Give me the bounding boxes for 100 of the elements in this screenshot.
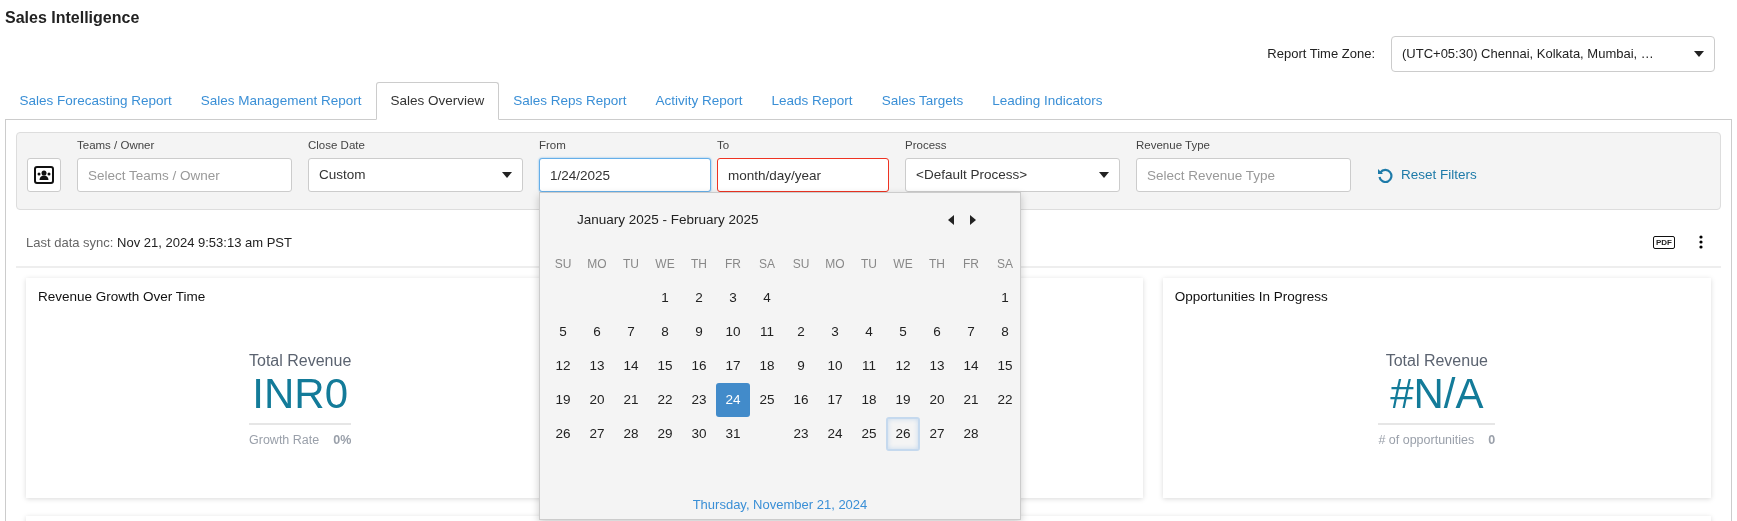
calendar-day[interactable]: 5 <box>886 315 920 350</box>
weekday-label: SA <box>758 256 776 274</box>
calendar-day[interactable]: 16 <box>784 383 818 418</box>
calendar-day[interactable]: 18 <box>852 383 886 418</box>
calendar-day[interactable]: 26 <box>546 417 580 452</box>
calendar-day[interactable]: 18 <box>750 349 784 384</box>
calendar-day[interactable]: 28 <box>614 417 648 452</box>
filter-input[interactable]: Select Revenue Type <box>1136 158 1351 193</box>
calendar-day[interactable]: 10 <box>716 315 750 350</box>
calendar-day[interactable]: 6 <box>920 315 954 350</box>
calendar-day[interactable]: 1 <box>648 281 682 316</box>
calendar-day[interactable]: 15 <box>648 349 682 384</box>
filter-input[interactable]: Select Teams / Owner <box>77 158 292 193</box>
card-title: Opportunities In Progress <box>1173 288 1329 307</box>
calendar-day[interactable]: 24 <box>716 383 750 418</box>
date-input[interactable]: month/day/year <box>717 158 889 193</box>
calendar-day[interactable]: 21 <box>614 383 648 418</box>
metric-footer-label: Growth Rate <box>249 432 320 449</box>
calendar-day[interactable]: 6 <box>580 315 614 350</box>
calendar-day[interactable]: 8 <box>648 315 682 350</box>
calendar-month-range: January 2025 - February 2025 <box>577 211 759 230</box>
filter-select[interactable]: <Default Process> <box>905 158 1120 193</box>
report-tab[interactable]: Activity Report <box>641 82 758 121</box>
metric-value: INR0 <box>249 373 352 425</box>
weekday-label: FR <box>724 256 742 274</box>
calendar-day[interactable]: 4 <box>750 281 784 316</box>
report-tab[interactable]: Sales Reps Report <box>498 82 642 121</box>
weekday-label: SU <box>553 256 573 274</box>
calendar-day[interactable]: 3 <box>818 315 852 350</box>
reset-filters-link[interactable]: Reset Filters <box>1377 158 1477 193</box>
last-sync-text: Last data sync: Nov 21, 2024 9:53:13 am PST <box>26 233 292 252</box>
calendar-day[interactable]: 2 <box>682 281 716 316</box>
calendar-day[interactable]: 11 <box>750 315 784 350</box>
calendar-day[interactable]: 1 <box>988 281 1022 316</box>
metric-value: #N/A <box>1378 373 1496 425</box>
calendar-day[interactable]: 23 <box>682 383 716 418</box>
calendar-day[interactable]: 27 <box>580 417 614 452</box>
calendar-day[interactable]: 23 <box>784 417 818 452</box>
calendar-day[interactable]: 22 <box>648 383 682 418</box>
date-input[interactable]: 1/24/2025 <box>539 158 711 193</box>
weekday-label: SU <box>791 256 811 274</box>
pdf-export-icon[interactable]: PDF <box>1653 235 1675 249</box>
calendar-day[interactable]: 12 <box>546 349 580 384</box>
calendar-day[interactable]: 29 <box>648 417 682 452</box>
report-tab[interactable]: Leads Report <box>757 82 868 121</box>
filter-select[interactable]: Custom <box>308 158 523 193</box>
calendar-day[interactable]: 7 <box>614 315 648 350</box>
calendar-day[interactable]: 27 <box>920 417 954 452</box>
calendar-day[interactable]: 3 <box>716 281 750 316</box>
calendar-day[interactable]: 14 <box>614 349 648 384</box>
calendar-day[interactable]: 13 <box>920 349 954 384</box>
calendar-day[interactable]: 31 <box>716 417 750 452</box>
calendar-day[interactable]: 21 <box>954 383 988 418</box>
metric-footer-label: # of opportunities <box>1378 432 1475 449</box>
calendar-day[interactable]: 25 <box>750 383 784 418</box>
weekday-label: TH <box>928 256 946 274</box>
weekday-label: TH <box>690 256 708 274</box>
more-options-icon[interactable] <box>1699 235 1703 250</box>
weekday-label: MO <box>824 256 846 274</box>
filter-label: Close Date <box>308 138 366 153</box>
calendar-day[interactable]: 25 <box>852 417 886 452</box>
calendar-day[interactable]: 8 <box>988 315 1022 350</box>
calendar-day[interactable]: 19 <box>886 383 920 418</box>
calendar-day[interactable]: 22 <box>988 383 1022 418</box>
calendar-day[interactable]: 17 <box>818 383 852 418</box>
calendar-day[interactable]: 10 <box>818 349 852 384</box>
calendar-day[interactable]: 12 <box>886 349 920 384</box>
calendar-day[interactable]: 9 <box>682 315 716 350</box>
calendar-day[interactable]: 24 <box>818 417 852 452</box>
calendar-day[interactable]: 15 <box>988 349 1022 384</box>
reset-icon <box>1377 167 1393 184</box>
team-filter-button[interactable] <box>27 158 61 193</box>
calendar-day[interactable]: 17 <box>716 349 750 384</box>
calendar-day[interactable]: 30 <box>682 417 716 452</box>
calendar-day[interactable]: 7 <box>954 315 988 350</box>
calendar-day[interactable]: 5 <box>546 315 580 350</box>
weekday-label: WE <box>892 256 914 274</box>
weekday-label: SA <box>996 256 1014 274</box>
calendar-day[interactable]: 4 <box>852 315 886 350</box>
time-zone-select[interactable]: (UTC+05:30) Chennai, Kolkata, Mumbai, … <box>1391 36 1715 72</box>
calendar-day[interactable]: 14 <box>954 349 988 384</box>
weekday-label: TU <box>860 256 878 274</box>
report-tab[interactable]: Sales Forecasting Report <box>5 82 187 121</box>
app-title: Sales Intelligence <box>5 8 141 28</box>
calendar-day[interactable]: 20 <box>920 383 954 418</box>
report-tab[interactable]: Sales Overview <box>375 82 499 121</box>
report-tab[interactable]: Leading Indicators <box>977 82 1117 121</box>
calendar-day[interactable]: 20 <box>580 383 614 418</box>
calendar-day[interactable]: 11 <box>852 349 886 384</box>
calendar-day[interactable]: 13 <box>580 349 614 384</box>
report-tab[interactable]: Sales Targets <box>867 82 978 121</box>
calendar-day[interactable]: 9 <box>784 349 818 384</box>
report-tab[interactable]: Sales Management Report <box>186 82 376 121</box>
calendar-day[interactable]: 2 <box>784 315 818 350</box>
metric-label: Total Revenue <box>1384 351 1489 371</box>
calendar-day[interactable]: 16 <box>682 349 716 384</box>
calendar-day[interactable]: 19 <box>546 383 580 418</box>
metric-label: Total Revenue <box>249 351 352 371</box>
calendar-day[interactable]: 28 <box>954 417 988 452</box>
calendar-day[interactable]: 26 <box>886 417 920 452</box>
